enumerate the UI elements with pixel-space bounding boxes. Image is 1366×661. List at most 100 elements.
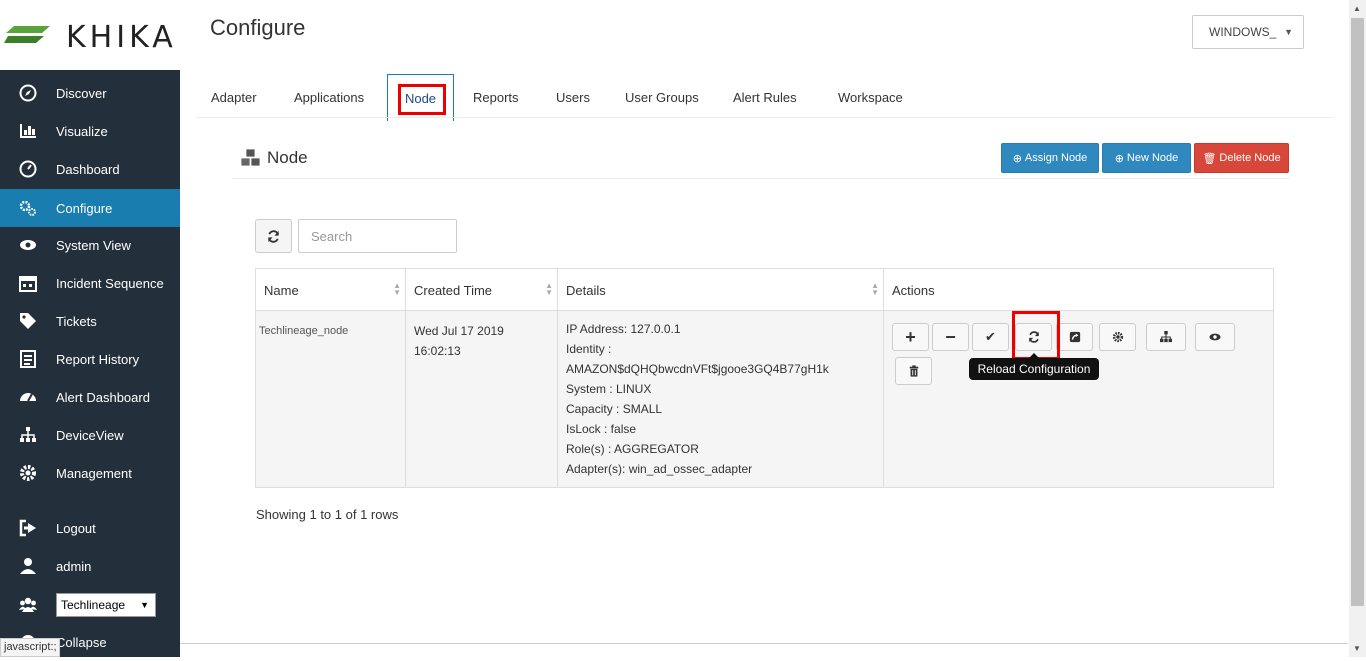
column-header-label: Details: [566, 283, 606, 298]
sitemap-icon: [1160, 331, 1172, 343]
check-button[interactable]: ✔: [972, 323, 1009, 351]
sidebar-item-label: Alert Dashboard: [56, 389, 150, 405]
compass-icon: [0, 84, 56, 102]
tab-node[interactable]: Node: [387, 74, 454, 121]
column-header-actions: Actions: [884, 269, 1273, 311]
sidebar-item-incident-sequence[interactable]: Incident Sequence: [0, 264, 180, 302]
section-title-text: Node: [267, 148, 308, 167]
sidebar-item-label: Management: [56, 465, 132, 481]
users-icon: [0, 596, 56, 614]
sort-icon: ▲ ▼: [545, 281, 553, 297]
scrollbar-thumb[interactable]: [1351, 18, 1364, 606]
hierarchy-button[interactable]: [1146, 323, 1186, 351]
calendar-icon: [0, 274, 56, 292]
sidebar-item-system-view[interactable]: System View: [0, 226, 180, 264]
table-row: Techlineage_node Wed Jul 17 2019 16:02:1…: [256, 311, 1273, 487]
assign-node-button[interactable]: ⊕ Assign Node: [1001, 143, 1099, 173]
refresh-icon: [267, 229, 280, 243]
dashboard-icon: [0, 160, 56, 178]
sidebar-item-admin[interactable]: admin: [0, 547, 180, 585]
sidebar-item-management[interactable]: Management: [0, 454, 180, 492]
tab-alert-rules[interactable]: Alert Rules: [733, 90, 797, 105]
tab-user-groups[interactable]: User Groups: [625, 90, 699, 105]
detail-identity-label: Identity :: [566, 342, 612, 356]
detail-ip: IP Address: 127.0.0.1: [566, 322, 681, 336]
scroll-up-icon[interactable]: ▲: [1353, 4, 1361, 13]
sidebar-item-alert-dashboard[interactable]: Alert Dashboard: [0, 378, 180, 416]
sign-out-icon: [0, 519, 56, 537]
remove-button[interactable]: −: [932, 323, 969, 351]
search-input[interactable]: [298, 219, 457, 253]
share-square-icon: [1069, 331, 1080, 343]
workspace-select[interactable]: WINDOWS_ ▼: [1192, 15, 1304, 49]
page-title: Configure: [210, 15, 306, 40]
detail-roles: Role(s) : AGGREGATOR: [566, 442, 699, 456]
tab-users[interactable]: Users: [556, 90, 590, 105]
plus-icon: +: [905, 326, 916, 347]
add-button[interactable]: +: [892, 323, 929, 351]
caret-down-icon: ▼: [1284, 27, 1293, 37]
delete-row-button[interactable]: [895, 357, 932, 385]
sidebar-item-configure[interactable]: Configure: [0, 189, 180, 227]
refresh-button[interactable]: [255, 219, 292, 253]
gear-icon: [1112, 331, 1123, 343]
sidebar-item-label: Collapse: [56, 634, 107, 650]
sidebar-item-label: admin: [56, 558, 92, 574]
trash-icon: 🗑: [1202, 152, 1217, 165]
delete-node-label: Delete Node: [1219, 152, 1281, 164]
settings-button[interactable]: [1099, 323, 1136, 351]
column-header-name[interactable]: Name ▲ ▼: [256, 269, 406, 311]
sidebar-item-logout[interactable]: Logout: [0, 509, 180, 547]
tab-node-label: Node: [404, 91, 437, 106]
eye-icon: [1209, 333, 1221, 341]
check-icon: ✔: [985, 329, 996, 344]
eye-icon: [0, 236, 56, 254]
sidebar-item-tickets[interactable]: Tickets: [0, 302, 180, 340]
sidebar-item-dashboard[interactable]: Dashboard: [0, 150, 180, 188]
brand-name: KHIKA: [66, 20, 177, 55]
cell-details: IP Address: 127.0.0.1 Identity : AMAZON$…: [558, 311, 884, 487]
section-title: Node: [240, 148, 308, 168]
column-header-label: Name: [264, 283, 299, 298]
sidebar-item-label: System View: [56, 237, 131, 253]
view-button[interactable]: [1195, 323, 1235, 351]
sidebar-item-report-history[interactable]: Report History: [0, 340, 180, 378]
column-header-details[interactable]: Details ▲ ▼: [558, 269, 884, 311]
new-node-button[interactable]: ⊕ New Node: [1102, 143, 1191, 173]
detail-capacity: Capacity : SMALL: [566, 402, 663, 416]
tab-reports[interactable]: Reports: [473, 90, 519, 105]
sidebar-item-deviceview[interactable]: DeviceView: [0, 416, 180, 454]
logo[interactable]: KHIKA: [0, 0, 180, 70]
sidebar-item-visualize[interactable]: Visualize: [0, 112, 180, 150]
minus-icon: −: [945, 326, 956, 347]
sidebar-item-label: Tickets: [56, 313, 97, 329]
section-divider: [232, 178, 1290, 179]
sort-icon: ▲ ▼: [871, 281, 879, 297]
sidebar-item-discover[interactable]: Discover: [0, 74, 180, 112]
gear-icon: [0, 464, 56, 482]
tachometer-icon: [0, 388, 56, 406]
scroll-down-icon[interactable]: ▼: [1353, 644, 1361, 653]
tooltip: Reload Configuration: [969, 353, 1099, 380]
share-button[interactable]: [1056, 323, 1093, 351]
organization-select[interactable]: Techlineage ▼: [56, 593, 156, 617]
sidebar-item-label: DeviceView: [56, 427, 124, 443]
tab-adapter[interactable]: Adapter: [211, 90, 257, 105]
organization-value: Techlineage: [61, 598, 126, 612]
assign-node-label: Assign Node: [1024, 152, 1088, 164]
khika-logo-icon: [4, 26, 50, 43]
sidebar-item-label: Discover: [56, 85, 107, 101]
tag-icon: [0, 312, 56, 330]
sidebar: Discover Visualize Dashboard Configure S…: [0, 70, 180, 657]
tab-applications[interactable]: Applications: [294, 90, 364, 105]
browser-status-text: javascript:;: [0, 638, 60, 657]
detail-identity: AMAZON$dQHQbwcdnVFt$jgooe3GQ4B77gH1k: [566, 362, 829, 376]
column-header-created-time[interactable]: Created Time ▲ ▼: [406, 269, 558, 311]
sidebar-item-label: Configure: [56, 200, 113, 216]
trash-icon: [909, 365, 918, 377]
tab-workspace[interactable]: Workspace: [838, 90, 903, 105]
delete-node-button[interactable]: 🗑 Delete Node: [1194, 143, 1289, 173]
cubes-icon: [240, 148, 261, 167]
sort-icon: ▲ ▼: [393, 281, 401, 297]
sitemap-icon: [0, 426, 56, 444]
